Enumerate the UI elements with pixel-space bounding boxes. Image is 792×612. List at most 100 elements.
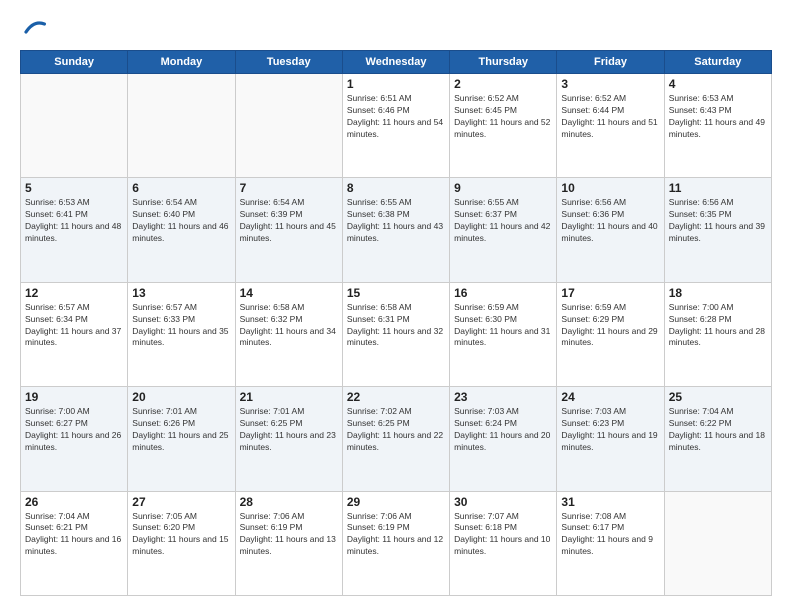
weekday-header-sunday: Sunday	[21, 51, 128, 74]
day-info: Sunrise: 7:06 AMSunset: 6:19 PMDaylight:…	[240, 511, 338, 559]
day-cell-10: 10 Sunrise: 6:56 AMSunset: 6:36 PMDayligh…	[557, 178, 664, 282]
day-cell-29: 29Sunrise: 7:06 AMSunset: 6:19 PMDayligh…	[342, 491, 449, 595]
day-info: Sunrise: 7:00 AMSunset: 6:28 PMDaylight:…	[669, 302, 767, 350]
day-number: 3	[561, 77, 659, 91]
day-number: 8	[347, 181, 445, 195]
day-info: Sunrise: 6:59 AMSunset: 6:29 PMDaylight:…	[561, 302, 659, 350]
day-info: Sunrise: 7:01 AMSunset: 6:26 PMDaylight:…	[132, 406, 230, 454]
day-info: Sunrise: 7:03 AMSunset: 6:23 PMDaylight:…	[561, 406, 659, 454]
day-number: 7	[240, 181, 338, 195]
day-info: Sunrise: 7:01 AMSunset: 6:25 PMDaylight:…	[240, 406, 338, 454]
day-number: 10	[561, 181, 659, 195]
day-info: Sunrise: 7:07 AMSunset: 6:18 PMDaylight:…	[454, 511, 552, 559]
day-cell-31: 31 Sunrise: 7:08 AMSunset: 6:17 PMDayligh…	[557, 491, 664, 595]
day-number: 6	[132, 181, 230, 195]
day-info: Sunrise: 7:05 AMSunset: 6:20 PMDaylight:…	[132, 511, 230, 559]
day-cell-30: 30 Sunrise: 7:07 AMSunset: 6:18 PMDayligh…	[450, 491, 557, 595]
calendar-table: SundayMondayTuesdayWednesdayThursdayFrid…	[20, 50, 772, 596]
day-info: Sunrise: 7:04 AMSunset: 6:21 PMDaylight:…	[25, 511, 123, 559]
day-cell-19: 19 Sunrise: 7:00 AMSunset: 6:27 PMDayligh…	[21, 387, 128, 491]
empty-cell	[664, 491, 771, 595]
day-number: 11	[669, 181, 767, 195]
logo-icon	[22, 16, 46, 40]
day-cell-6: 6Sunrise: 6:54 AMSunset: 6:40 PMDaylight…	[128, 178, 235, 282]
day-cell-24: 24 Sunrise: 7:03 AMSunset: 6:23 PMDayligh…	[557, 387, 664, 491]
day-cell-9: 9Sunrise: 6:55 AMSunset: 6:37 PMDaylight…	[450, 178, 557, 282]
day-cell-5: 5Sunrise: 6:53 AMSunset: 6:41 PMDaylight…	[21, 178, 128, 282]
day-info: Sunrise: 6:52 AMSunset: 6:44 PMDaylight:…	[561, 93, 659, 141]
day-info: Sunrise: 6:54 AMSunset: 6:39 PMDaylight:…	[240, 197, 338, 245]
day-number: 2	[454, 77, 552, 91]
day-info: Sunrise: 6:56 AMSunset: 6:36 PMDaylight:…	[561, 197, 659, 245]
day-cell-11: 11 Sunrise: 6:56 AMSunset: 6:35 PMDayligh…	[664, 178, 771, 282]
weekday-header-saturday: Saturday	[664, 51, 771, 74]
day-number: 30	[454, 495, 552, 509]
day-info: Sunrise: 6:55 AMSunset: 6:37 PMDaylight:…	[454, 197, 552, 245]
day-number: 13	[132, 286, 230, 300]
day-info: Sunrise: 6:56 AMSunset: 6:35 PMDaylight:…	[669, 197, 767, 245]
day-info: Sunrise: 6:53 AMSunset: 6:43 PMDaylight:…	[669, 93, 767, 141]
day-cell-2: 2 Sunrise: 6:52 AMSunset: 6:45 PMDaylight…	[450, 74, 557, 178]
weekday-header-wednesday: Wednesday	[342, 51, 449, 74]
day-info: Sunrise: 7:08 AMSunset: 6:17 PMDaylight:…	[561, 511, 659, 559]
day-info: Sunrise: 6:58 AMSunset: 6:32 PMDaylight:…	[240, 302, 338, 350]
weekday-header-monday: Monday	[128, 51, 235, 74]
day-cell-17: 17 Sunrise: 6:59 AMSunset: 6:29 PMDayligh…	[557, 282, 664, 386]
day-number: 24	[561, 390, 659, 404]
day-number: 27	[132, 495, 230, 509]
empty-cell	[235, 74, 342, 178]
day-cell-14: 14 Sunrise: 6:58 AMSunset: 6:32 PMDayligh…	[235, 282, 342, 386]
day-cell-26: 26 Sunrise: 7:04 AMSunset: 6:21 PMDayligh…	[21, 491, 128, 595]
day-cell-16: 16 Sunrise: 6:59 AMSunset: 6:30 PMDayligh…	[450, 282, 557, 386]
day-number: 19	[25, 390, 123, 404]
weekday-header-friday: Friday	[557, 51, 664, 74]
day-info: Sunrise: 6:57 AMSunset: 6:34 PMDaylight:…	[25, 302, 123, 350]
day-number: 28	[240, 495, 338, 509]
day-number: 18	[669, 286, 767, 300]
week-row-5: 26 Sunrise: 7:04 AMSunset: 6:21 PMDayligh…	[21, 491, 772, 595]
weekday-header-thursday: Thursday	[450, 51, 557, 74]
empty-cell	[21, 74, 128, 178]
day-number: 16	[454, 286, 552, 300]
week-row-4: 19 Sunrise: 7:00 AMSunset: 6:27 PMDayligh…	[21, 387, 772, 491]
weekday-header-tuesday: Tuesday	[235, 51, 342, 74]
empty-cell	[128, 74, 235, 178]
day-cell-22: 22 Sunrise: 7:02 AMSunset: 6:25 PMDayligh…	[342, 387, 449, 491]
day-number: 25	[669, 390, 767, 404]
logo	[20, 16, 46, 40]
day-cell-13: 13 Sunrise: 6:57 AMSunset: 6:33 PMDayligh…	[128, 282, 235, 386]
day-number: 1	[347, 77, 445, 91]
day-info: Sunrise: 7:04 AMSunset: 6:22 PMDaylight:…	[669, 406, 767, 454]
page: SundayMondayTuesdayWednesdayThursdayFrid…	[0, 0, 792, 612]
day-cell-28: 28 Sunrise: 7:06 AMSunset: 6:19 PMDayligh…	[235, 491, 342, 595]
day-number: 23	[454, 390, 552, 404]
day-info: Sunrise: 6:52 AMSunset: 6:45 PMDaylight:…	[454, 93, 552, 141]
day-cell-21: 21Sunrise: 7:01 AMSunset: 6:25 PMDayligh…	[235, 387, 342, 491]
day-number: 31	[561, 495, 659, 509]
day-info: Sunrise: 7:00 AMSunset: 6:27 PMDaylight:…	[25, 406, 123, 454]
day-cell-15: 15 Sunrise: 6:58 AMSunset: 6:31 PMDayligh…	[342, 282, 449, 386]
day-number: 17	[561, 286, 659, 300]
day-cell-20: 20Sunrise: 7:01 AMSunset: 6:26 PMDayligh…	[128, 387, 235, 491]
day-number: 15	[347, 286, 445, 300]
day-info: Sunrise: 6:57 AMSunset: 6:33 PMDaylight:…	[132, 302, 230, 350]
day-info: Sunrise: 6:59 AMSunset: 6:30 PMDaylight:…	[454, 302, 552, 350]
day-cell-18: 18 Sunrise: 7:00 AMSunset: 6:28 PMDayligh…	[664, 282, 771, 386]
day-cell-7: 7 Sunrise: 6:54 AMSunset: 6:39 PMDaylight…	[235, 178, 342, 282]
day-cell-23: 23 Sunrise: 7:03 AMSunset: 6:24 PMDayligh…	[450, 387, 557, 491]
day-cell-1: 1 Sunrise: 6:51 AMSunset: 6:46 PMDaylight…	[342, 74, 449, 178]
day-cell-3: 3 Sunrise: 6:52 AMSunset: 6:44 PMDaylight…	[557, 74, 664, 178]
day-info: Sunrise: 7:02 AMSunset: 6:25 PMDaylight:…	[347, 406, 445, 454]
week-row-2: 5Sunrise: 6:53 AMSunset: 6:41 PMDaylight…	[21, 178, 772, 282]
day-number: 26	[25, 495, 123, 509]
day-cell-27: 27 Sunrise: 7:05 AMSunset: 6:20 PMDayligh…	[128, 491, 235, 595]
day-info: Sunrise: 6:58 AMSunset: 6:31 PMDaylight:…	[347, 302, 445, 350]
day-number: 14	[240, 286, 338, 300]
day-info: Sunrise: 6:51 AMSunset: 6:46 PMDaylight:…	[347, 93, 445, 141]
day-number: 5	[25, 181, 123, 195]
day-number: 29	[347, 495, 445, 509]
day-cell-12: 12Sunrise: 6:57 AMSunset: 6:34 PMDayligh…	[21, 282, 128, 386]
day-info: Sunrise: 6:55 AMSunset: 6:38 PMDaylight:…	[347, 197, 445, 245]
day-info: Sunrise: 7:03 AMSunset: 6:24 PMDaylight:…	[454, 406, 552, 454]
day-number: 22	[347, 390, 445, 404]
